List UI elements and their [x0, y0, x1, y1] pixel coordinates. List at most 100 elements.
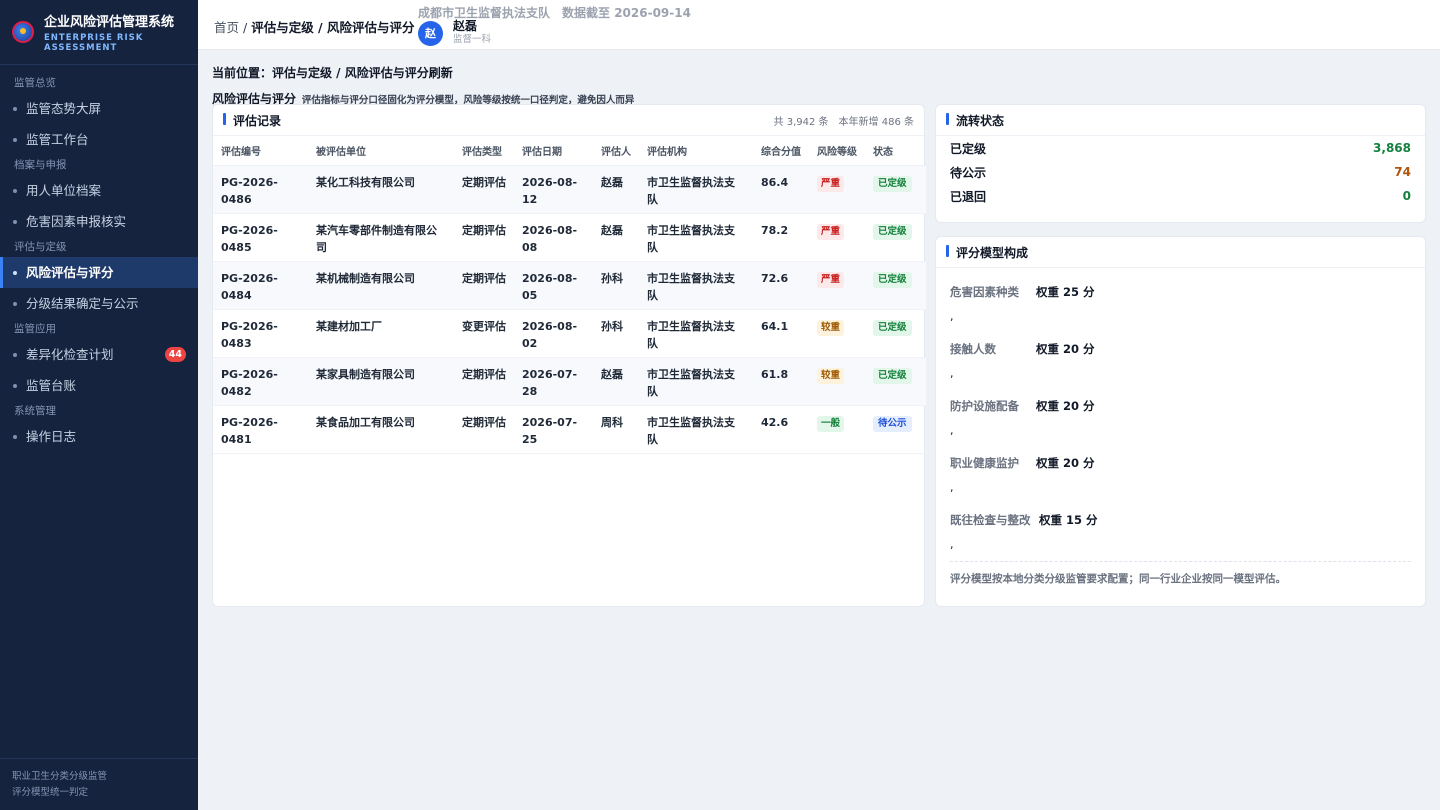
- brand: 企业风险评估管理系统 ENTERPRISE RISK ASSESSMENT: [0, 0, 198, 65]
- breadcrumb-home[interactable]: 首页: [214, 20, 239, 35]
- breadcrumb-current: 评估与定级 / 风险评估与评分: [251, 20, 415, 35]
- flow-value: 3,868: [1373, 141, 1411, 155]
- table-cell: 变更评估: [454, 309, 514, 358]
- model-factor: 既往检查与整改 权重 15 分 ,: [950, 504, 1411, 561]
- column-header[interactable]: 综合分值: [753, 136, 809, 166]
- sidebar-item-ledger[interactable]: 监管台账: [0, 370, 198, 401]
- column-header[interactable]: 评估机构: [639, 136, 753, 166]
- assessment-org: 市卫生监督执法支队: [647, 223, 735, 254]
- sidebar-item-operation-log[interactable]: 操作日志: [0, 421, 198, 452]
- flow-item-returned[interactable]: 已退回 0: [936, 184, 1425, 208]
- table-cell: 定期评估: [454, 213, 514, 262]
- user-name: 赵磊: [453, 19, 478, 33]
- factor-name: 接触人数: [950, 342, 996, 356]
- records-summary: 共 3,942 条本年新增 486 条: [774, 113, 914, 128]
- table-row[interactable]: PG-2026-0486 某化工科技有限公司 定期评估 2026-08-12 赵磊 市卫生…: [213, 165, 926, 214]
- table-cell: 61.8: [753, 357, 809, 406]
- table-row[interactable]: PG-2026-0485 某汽车零部件制造有限公司 定期评估 2026-08-08 赵磊…: [213, 213, 926, 262]
- assessment-type: 定期评估: [462, 415, 506, 429]
- composite-score: 72.6: [761, 271, 789, 285]
- table-cell: 定期评估: [454, 405, 514, 454]
- factor-separator: ,: [950, 367, 954, 380]
- flow-value: 74: [1394, 165, 1411, 179]
- assessment-org: 市卫生监督执法支队: [647, 367, 735, 398]
- table-cell: 2026-07-28: [514, 357, 593, 406]
- sidebar-item-dashboard[interactable]: 监管态势大屏: [0, 93, 198, 124]
- table-cell: 定期评估: [454, 357, 514, 406]
- table-cell: 2026-08-02: [514, 309, 593, 358]
- table-cell: 市卫生监督执法支队: [639, 309, 753, 358]
- assessment-id: PG-2026-0483: [221, 319, 278, 350]
- status-badge: 已定级: [873, 319, 912, 336]
- flow-value: 0: [1402, 189, 1411, 203]
- table-cell: 市卫生监督执法支队: [639, 405, 753, 454]
- records-card: 评估记录 共 3,942 条本年新增 486 条 评估编号 被评估单位 评估类型…: [212, 104, 926, 607]
- table-cell: 市卫生监督执法支队: [639, 261, 753, 310]
- assessed-unit: 某食品加工有限公司: [316, 415, 415, 429]
- table-cell: 86.4: [753, 165, 809, 214]
- sidebar-item-hazard-declaration[interactable]: 危害因素申报核实: [0, 206, 198, 237]
- assessed-unit: 某机械制造有限公司: [316, 271, 415, 285]
- sidebar-item-workbench[interactable]: 监管工作台: [0, 124, 198, 155]
- assessed-unit: 某建材加工厂: [316, 319, 382, 333]
- table-cell: PG-2026-0486: [213, 165, 308, 214]
- assessment-id: PG-2026-0481: [221, 415, 278, 446]
- sidebar-item-inspection-plan[interactable]: 差异化检查计划 44: [0, 339, 198, 370]
- sidebar-item-grading-publication[interactable]: 分级结果确定与公示: [0, 288, 198, 319]
- table-row[interactable]: PG-2026-0481 某食品加工有限公司 定期评估 2026-07-25 周科 市卫生…: [213, 405, 926, 454]
- assessed-unit: 某汽车零部件制造有限公司: [316, 223, 437, 254]
- nav-group-system: 系统管理: [14, 405, 56, 417]
- table-cell: PG-2026-0483: [213, 309, 308, 358]
- table-cell: 2026-07-25: [514, 405, 593, 454]
- assessor-name: 孙科: [601, 319, 623, 333]
- table-cell: 某汽车零部件制造有限公司: [308, 213, 454, 262]
- column-header[interactable]: 风险等级: [809, 136, 865, 166]
- table-cell: 已定级: [865, 165, 926, 214]
- data-date: 数据截至 2026-09-14: [562, 6, 691, 20]
- flow-item-pending[interactable]: 待公示 74: [936, 160, 1425, 184]
- model-factor: 职业健康监护 权重 20 分 ,: [950, 447, 1411, 504]
- column-header[interactable]: 被评估单位: [308, 136, 454, 166]
- factor-weight: 权重 25 分: [1036, 285, 1095, 299]
- nav-group-applications: 监管应用: [14, 323, 56, 335]
- assessment-date: 2026-08-02: [522, 319, 578, 350]
- table-cell: 42.6: [753, 405, 809, 454]
- table-cell: 市卫生监督执法支队: [639, 357, 753, 406]
- factor-separator: ,: [950, 538, 954, 551]
- assessment-org: 市卫生监督执法支队: [647, 319, 735, 350]
- risk-level-badge: 较重: [817, 319, 845, 336]
- records-new: 本年新增 486 条: [838, 116, 914, 128]
- flow-label: 待公示: [950, 165, 987, 180]
- records-total: 共 3,942 条: [773, 116, 829, 128]
- model-note: 评分模型按本地分类分级监管要求配置；同一行业企业按同一模型评估。: [950, 561, 1411, 586]
- status-badge: 已定级: [873, 367, 912, 384]
- assessor-name: 赵磊: [601, 367, 623, 381]
- table-row[interactable]: PG-2026-0483 某建材加工厂 变更评估 2026-08-02 孙科 市卫生监督执…: [213, 309, 926, 358]
- table-cell: 78.2: [753, 213, 809, 262]
- table-cell: 2026-08-08: [514, 213, 593, 262]
- sidebar-item-risk-assessment[interactable]: 风险评估与评分: [0, 257, 198, 288]
- factor-weight: 权重 20 分: [1036, 399, 1095, 413]
- column-header[interactable]: 评估人: [593, 136, 639, 166]
- table-cell: 严重: [809, 213, 865, 262]
- table-cell: 已定级: [865, 213, 926, 262]
- avatar[interactable]: 赵: [418, 20, 443, 46]
- table-cell: 已定级: [865, 309, 926, 358]
- table-row[interactable]: PG-2026-0484 某机械制造有限公司 定期评估 2026-08-05 孙科 市卫生…: [213, 261, 926, 310]
- flow-label: 已定级: [950, 141, 987, 156]
- risk-level-badge: 严重: [817, 175, 845, 192]
- flow-status-card: 流转状态 已定级 3,868 待公示 74 已退回 0: [935, 104, 1426, 223]
- risk-level-badge: 严重: [817, 271, 845, 288]
- flow-item-graded[interactable]: 已定级 3,868: [936, 136, 1425, 160]
- column-header[interactable]: 评估类型: [454, 136, 514, 166]
- column-header[interactable]: 评估编号: [213, 136, 308, 166]
- user-profile[interactable]: 赵 赵磊 监督一科: [418, 20, 491, 46]
- assessment-id: PG-2026-0486: [221, 175, 278, 206]
- table-row[interactable]: PG-2026-0482 某家具制造有限公司 定期评估 2026-07-28 赵磊 市卫生…: [213, 357, 926, 406]
- column-header[interactable]: 评估日期: [514, 136, 593, 166]
- sidebar-footer: 职业卫生分类分级监管 评分模型统一判定: [0, 758, 198, 810]
- column-header[interactable]: 状态: [865, 136, 926, 166]
- org-name: 成都市卫生监督执法支队: [418, 6, 551, 20]
- risk-level-badge: 严重: [817, 223, 845, 240]
- sidebar-item-employer-archives[interactable]: 用人单位档案: [0, 175, 198, 206]
